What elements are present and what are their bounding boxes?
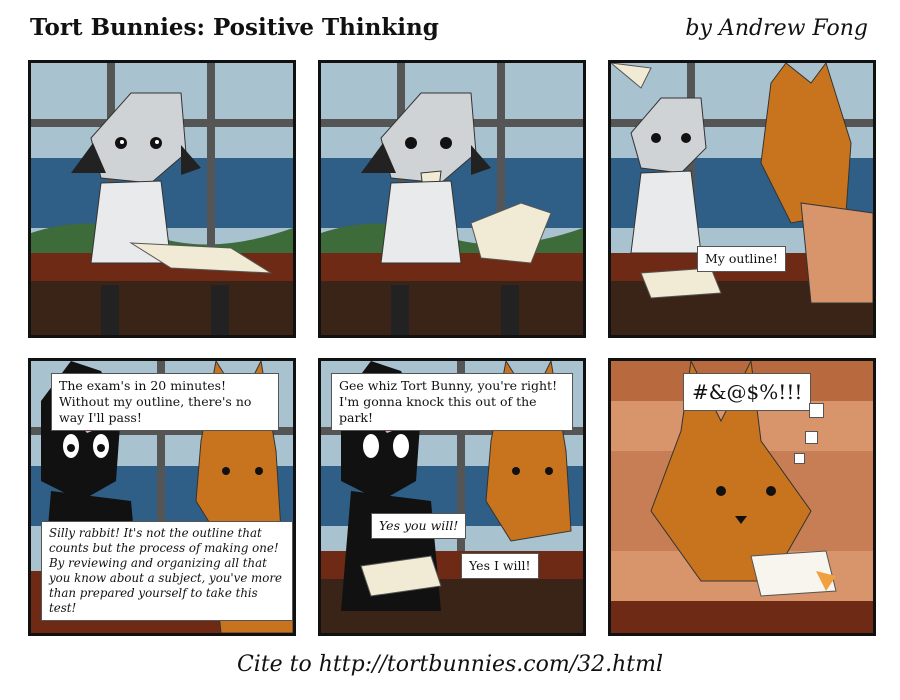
speech-bubble-my-outline: My outline! [697,246,786,272]
thought-dot-1 [809,403,824,418]
speech-bubble-yes-you-will: Yes you will! [371,513,467,539]
panel-3: My outline! [608,60,876,338]
thought-dot-2 [805,431,818,444]
panel-6: #&@$%!!! [608,358,876,636]
panel-1-art [31,63,293,335]
comic-title: Tort Bunnies: Positive Thinking [30,14,439,41]
thought-dot-3 [794,453,805,464]
panel-2 [318,60,586,338]
panel-2-art [321,63,583,335]
speech-bubble-exam: The exam's in 20 minutes! Without my out… [51,373,279,431]
panel-5: Gee whiz Tort Bunny, you're right! I'm g… [318,358,586,636]
speech-bubble-silly-rabbit: Silly rabbit! It's not the outline that … [41,521,293,621]
cite-text: Cite to http://tortbunnies.com/32.html [236,652,664,677]
speech-bubble-gee-whiz: Gee whiz Tort Bunny, you're right! I'm g… [331,373,573,431]
panel-4: The exam's in 20 minutes! Without my out… [28,358,296,636]
comic-byline: by Andrew Fong [685,16,868,41]
panel-1 [28,60,296,338]
thought-bubble-swearing: #&@$%!!! [683,373,812,411]
panel-3-art [611,63,873,335]
speech-bubble-yes-i-will: Yes I will! [461,553,539,579]
